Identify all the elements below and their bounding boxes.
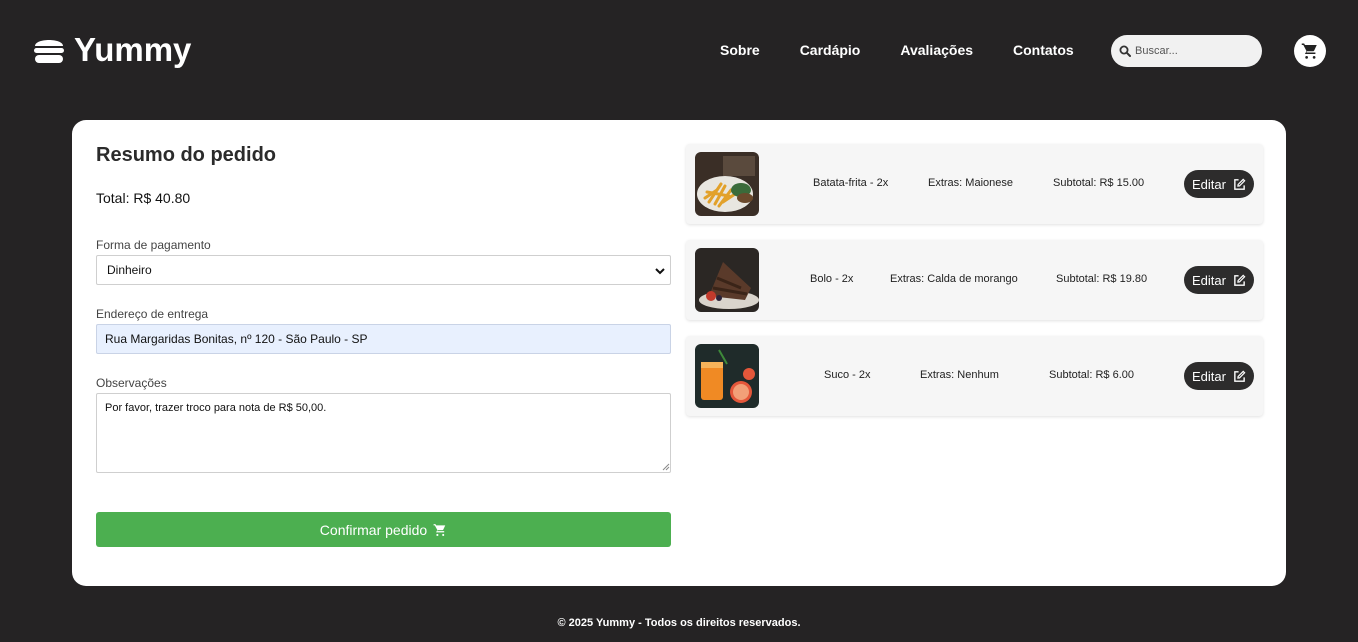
order-total: Total: R$ 40.80	[96, 190, 191, 206]
nav-link-avaliacoes[interactable]: Avaliações	[900, 42, 973, 58]
brand-name: Yummy	[74, 31, 192, 68]
edit-item-button[interactable]: Editar	[1184, 266, 1254, 294]
edit-label: Editar	[1192, 272, 1226, 288]
item-name: Suco - 2x	[824, 369, 871, 381]
main-nav: Sobre Cardápio Avaliações Contatos	[720, 42, 1114, 58]
page-title: Resumo do pedido	[96, 144, 276, 166]
confirm-order-button[interactable]: Confirmar pedido	[96, 512, 671, 547]
address-field[interactable]	[96, 324, 671, 354]
item-extras: Extras: Maionese	[928, 177, 1013, 189]
item-subtotal: Subtotal: R$ 19.80	[1056, 273, 1148, 285]
order-item: Bolo - 2x Extras: Calda de morango Subto…	[686, 240, 1263, 320]
confirm-order-label: Confirmar pedido	[319, 521, 428, 538]
order-item: Batata-frita - 2x Extras: Maionese Subto…	[686, 144, 1263, 224]
edit-icon	[1234, 370, 1246, 382]
edit-item-button[interactable]: Editar	[1184, 170, 1254, 198]
address-label: Endereço de entrega	[96, 307, 209, 321]
search-box[interactable]	[1111, 35, 1262, 67]
fries-image	[695, 152, 759, 216]
payment-select[interactable]: Dinheiro	[96, 255, 671, 285]
edit-label: Editar	[1192, 176, 1226, 192]
edit-icon	[1234, 274, 1246, 286]
notes-label: Observações	[96, 376, 167, 390]
order-item: Suco - 2x Extras: Nenhum Subtotal: R$ 6.…	[686, 336, 1263, 416]
edit-icon	[1234, 178, 1246, 190]
edit-item-button[interactable]: Editar	[1184, 362, 1254, 390]
burger-icon	[34, 40, 64, 63]
footer-text: © 2025 Yummy - Todos os direitos reserva…	[557, 617, 801, 629]
nav-link-cardapio[interactable]: Cardápio	[800, 42, 861, 58]
cake-image	[695, 248, 759, 312]
item-name: Bolo - 2x	[810, 273, 854, 285]
order-card: Resumo do pedido Total: R$ 40.80 Forma d…	[72, 120, 1286, 586]
search-icon	[1119, 45, 1131, 57]
cart-icon	[433, 523, 446, 536]
payment-select-value: Dinheiro	[107, 263, 152, 277]
nav-link-contatos[interactable]: Contatos	[1013, 42, 1074, 58]
site-header: Yummy Sobre Cardápio Avaliações Contatos	[0, 0, 1358, 100]
nav-link-sobre[interactable]: Sobre	[720, 42, 760, 58]
juice-image	[695, 344, 759, 408]
item-subtotal: Subtotal: R$ 6.00	[1049, 369, 1135, 381]
item-subtotal: Subtotal: R$ 15.00	[1053, 177, 1145, 189]
search-input[interactable]	[1135, 45, 1253, 57]
chevron-down-icon	[655, 268, 665, 275]
item-extras: Extras: Calda de morango	[890, 273, 1018, 285]
item-extras: Extras: Nenhum	[920, 369, 999, 381]
edit-label: Editar	[1192, 368, 1226, 384]
payment-label: Forma de pagamento	[96, 238, 211, 252]
item-name: Batata-frita - 2x	[813, 177, 889, 189]
cart-icon	[1301, 43, 1317, 59]
brand-logo[interactable]: Yummy	[32, 32, 191, 68]
resize-handle-icon[interactable]	[662, 463, 670, 471]
notes-field[interactable]: Por favor, trazer troco para nota de R$ …	[96, 393, 671, 473]
cart-button[interactable]	[1294, 35, 1326, 67]
